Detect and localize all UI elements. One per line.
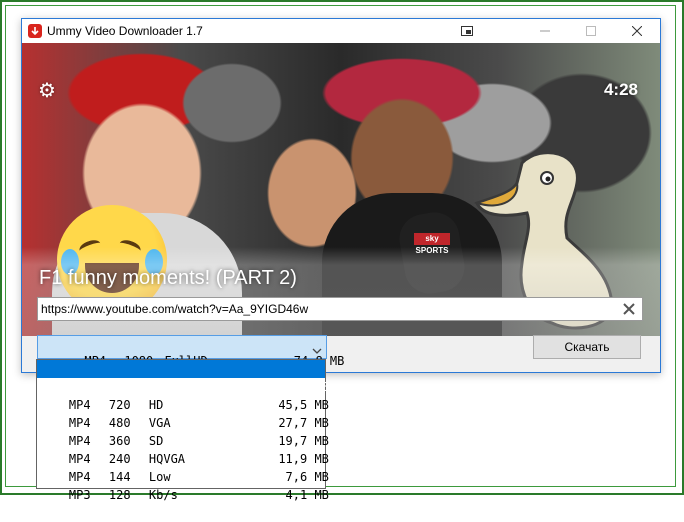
format-select[interactable]: MP41080FullHD74,8 MB	[37, 335, 344, 368]
option-quality: Kb/s	[148, 488, 178, 502]
gear-icon[interactable]: ⚙	[38, 81, 56, 101]
minimize-button[interactable]	[522, 19, 568, 43]
video-preview: sky SPORTS ⚙ 4:28 F1 funny moments! (PAR…	[22, 43, 660, 336]
close-icon[interactable]	[619, 299, 639, 319]
dropdown-option[interactable]: MP4 720 HD 45,5 MB	[37, 378, 329, 412]
option-size: 4,1 MB	[285, 488, 329, 502]
download-button[interactable]: Скачать	[533, 335, 641, 359]
option-resolution: 128	[108, 488, 131, 502]
dropdown-option[interactable]: MP3 128 Kb/s 4,1 MB	[37, 468, 329, 502]
dropdown-option[interactable]: MP4 144 Low 7,6 MB	[37, 450, 329, 484]
pin-button[interactable]	[444, 19, 490, 43]
dropdown-option[interactable]: MP4 480 VGA 27,7 MB	[37, 396, 329, 430]
app-window: Ummy Video Downloader 1.7 sky SPORTS	[21, 18, 661, 373]
download-icon	[28, 24, 42, 38]
url-input[interactable]: https://www.youtube.com/watch?v=Aa_9YIGD…	[37, 297, 643, 321]
title-overlay	[22, 247, 660, 336]
close-window-button[interactable]	[614, 19, 660, 43]
video-title: F1 funny moments! (PART 2)	[39, 267, 297, 289]
title-bar: Ummy Video Downloader 1.7	[22, 19, 660, 43]
dropdown-option[interactable]: MP4 1080 FullHD 74,8 MB	[37, 360, 329, 394]
dropdown-option[interactable]: MP4 360 SD 19,7 MB	[37, 414, 329, 448]
window-title: Ummy Video Downloader 1.7	[47, 24, 203, 38]
option-container: MP3	[68, 488, 91, 502]
maximize-button[interactable]	[568, 19, 614, 43]
format-dropdown-list: MP4 1080 FullHD 74,8 MB MP4 720 HD 45,5 MB MP4…	[36, 359, 329, 502]
video-duration: 4:28	[603, 80, 638, 99]
mic-label: sky SPORTS	[414, 233, 450, 255]
dropdown-option[interactable]: MP4 240 HQVGA 11,9 MB	[37, 432, 329, 466]
chevron-down-icon[interactable]	[312, 342, 322, 360]
url-input-value: https://www.youtube.com/watch?v=Aa_9YIGD…	[41, 302, 309, 316]
